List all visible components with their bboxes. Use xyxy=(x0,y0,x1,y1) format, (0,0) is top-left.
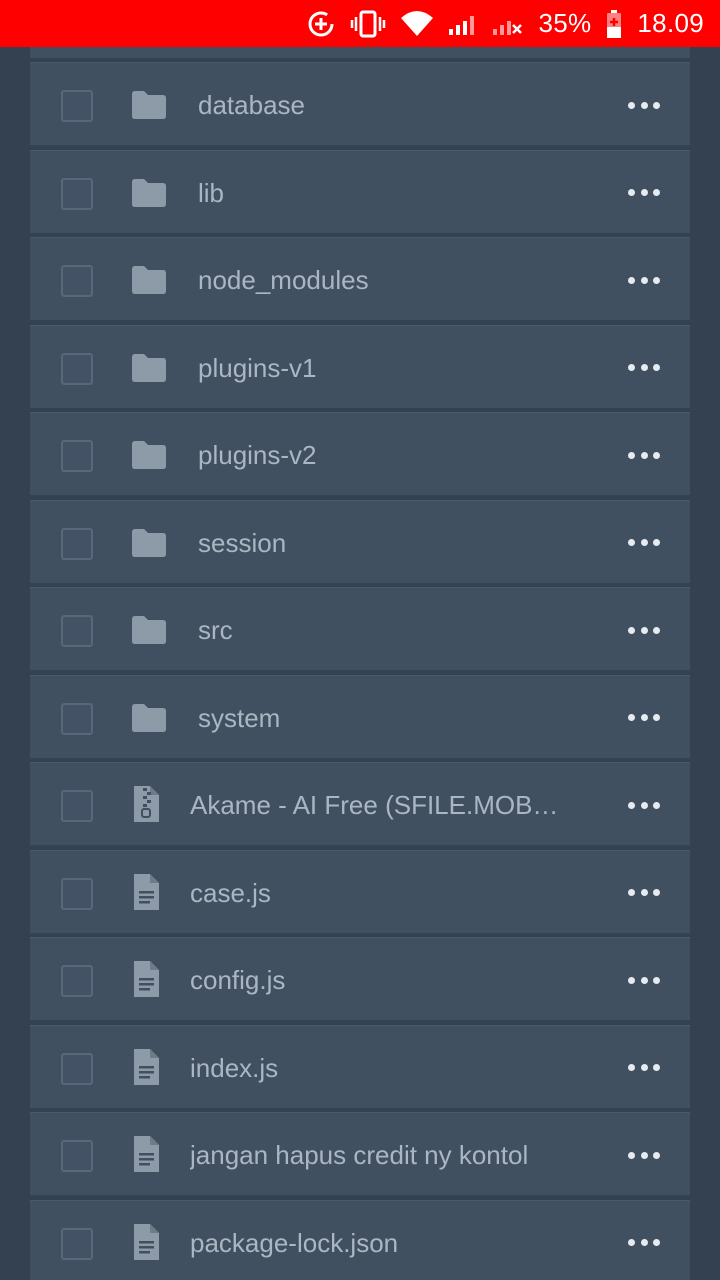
more-options-icon[interactable] xyxy=(628,791,660,819)
more-options-icon[interactable] xyxy=(628,354,660,382)
select-checkbox[interactable] xyxy=(61,90,93,122)
file-name: database xyxy=(198,90,305,120)
file-name: node_modules xyxy=(198,265,369,295)
folder-icon xyxy=(131,90,167,125)
select-checkbox[interactable] xyxy=(61,440,93,472)
file-name: plugins-v1 xyxy=(198,352,317,383)
select-checkbox[interactable] xyxy=(61,1227,93,1260)
list-item[interactable]: system xyxy=(30,674,690,760)
select-checkbox[interactable] xyxy=(61,352,93,385)
folder-icon xyxy=(131,528,167,563)
folder-icon xyxy=(131,265,167,300)
folder-icon xyxy=(131,615,167,650)
more-options-icon[interactable] xyxy=(628,179,660,207)
file-icon xyxy=(132,873,160,916)
list-item[interactable]: src xyxy=(30,587,690,672)
file-name: case.js xyxy=(190,877,271,908)
battery-charging-icon xyxy=(605,9,623,39)
more-options-icon[interactable] xyxy=(628,1229,660,1257)
zip-file-icon xyxy=(132,785,160,828)
more-options-icon[interactable] xyxy=(628,879,660,907)
folder-icon xyxy=(131,440,167,475)
select-checkbox[interactable] xyxy=(61,1052,93,1085)
select-checkbox[interactable] xyxy=(61,965,93,997)
status-bar: 35% 18.09 xyxy=(0,0,720,47)
file-name: plugins-v2 xyxy=(198,440,317,470)
select-checkbox[interactable] xyxy=(61,790,93,822)
select-checkbox[interactable] xyxy=(61,527,93,560)
signal-icon xyxy=(448,12,478,36)
wifi-icon xyxy=(400,10,434,38)
file-icon xyxy=(132,1223,160,1266)
list-item[interactable]: database xyxy=(30,62,690,147)
vibrate-icon xyxy=(350,9,386,39)
list-item[interactable]: plugins-v2 xyxy=(30,412,690,497)
more-options-icon[interactable] xyxy=(628,441,660,469)
more-options-icon[interactable] xyxy=(628,966,660,994)
select-checkbox[interactable] xyxy=(61,877,93,910)
select-checkbox[interactable] xyxy=(61,177,93,210)
clock: 18.09 xyxy=(637,8,704,38)
file-icon xyxy=(132,1135,160,1178)
file-name: index.js xyxy=(190,1052,279,1083)
more-options-icon[interactable] xyxy=(628,529,660,557)
more-options-icon[interactable] xyxy=(628,266,660,294)
no-signal-icon xyxy=(492,12,524,36)
file-name: jangan hapus credit ny kontol xyxy=(190,1140,529,1170)
select-checkbox[interactable] xyxy=(61,265,93,297)
file-icon xyxy=(132,1048,160,1091)
file-list: database lib node_modules plugins-v1 plugins… xyxy=(30,0,690,1280)
folder-icon xyxy=(131,703,167,738)
file-icon xyxy=(132,960,160,1003)
file-name: package-lock.json xyxy=(190,1227,399,1258)
select-checkbox[interactable] xyxy=(61,615,93,647)
battery-percentage: 35% xyxy=(538,8,592,38)
file-name: system xyxy=(198,702,281,733)
list-item[interactable]: config.js xyxy=(30,937,690,1022)
more-options-icon[interactable] xyxy=(628,91,660,119)
file-name: Akame - AI Free (SFILE.MOB… xyxy=(190,790,559,820)
data-saver-icon xyxy=(306,9,336,39)
more-options-icon[interactable] xyxy=(628,616,660,644)
more-options-icon[interactable] xyxy=(628,704,660,732)
list-item[interactable]: jangan hapus credit ny kontol xyxy=(30,1112,690,1197)
list-item[interactable]: package-lock.json xyxy=(30,1199,690,1280)
file-name: session xyxy=(198,527,287,558)
list-item[interactable]: session xyxy=(30,499,690,585)
file-name: config.js xyxy=(190,965,286,995)
folder-icon xyxy=(131,353,167,388)
list-item[interactable]: index.js xyxy=(30,1024,690,1110)
select-checkbox[interactable] xyxy=(61,1140,93,1172)
list-item[interactable]: lib xyxy=(30,149,690,235)
more-options-icon[interactable] xyxy=(628,1054,660,1082)
select-checkbox[interactable] xyxy=(61,702,93,735)
file-name: src xyxy=(198,615,233,645)
more-options-icon[interactable] xyxy=(628,1141,660,1169)
list-item[interactable]: plugins-v1 xyxy=(30,324,690,410)
list-item[interactable]: node_modules xyxy=(30,237,690,322)
list-item[interactable]: case.js xyxy=(30,849,690,935)
file-name: lib xyxy=(198,177,225,208)
folder-icon xyxy=(131,178,167,213)
list-item[interactable]: Akame - AI Free (SFILE.MOB… xyxy=(30,762,690,847)
